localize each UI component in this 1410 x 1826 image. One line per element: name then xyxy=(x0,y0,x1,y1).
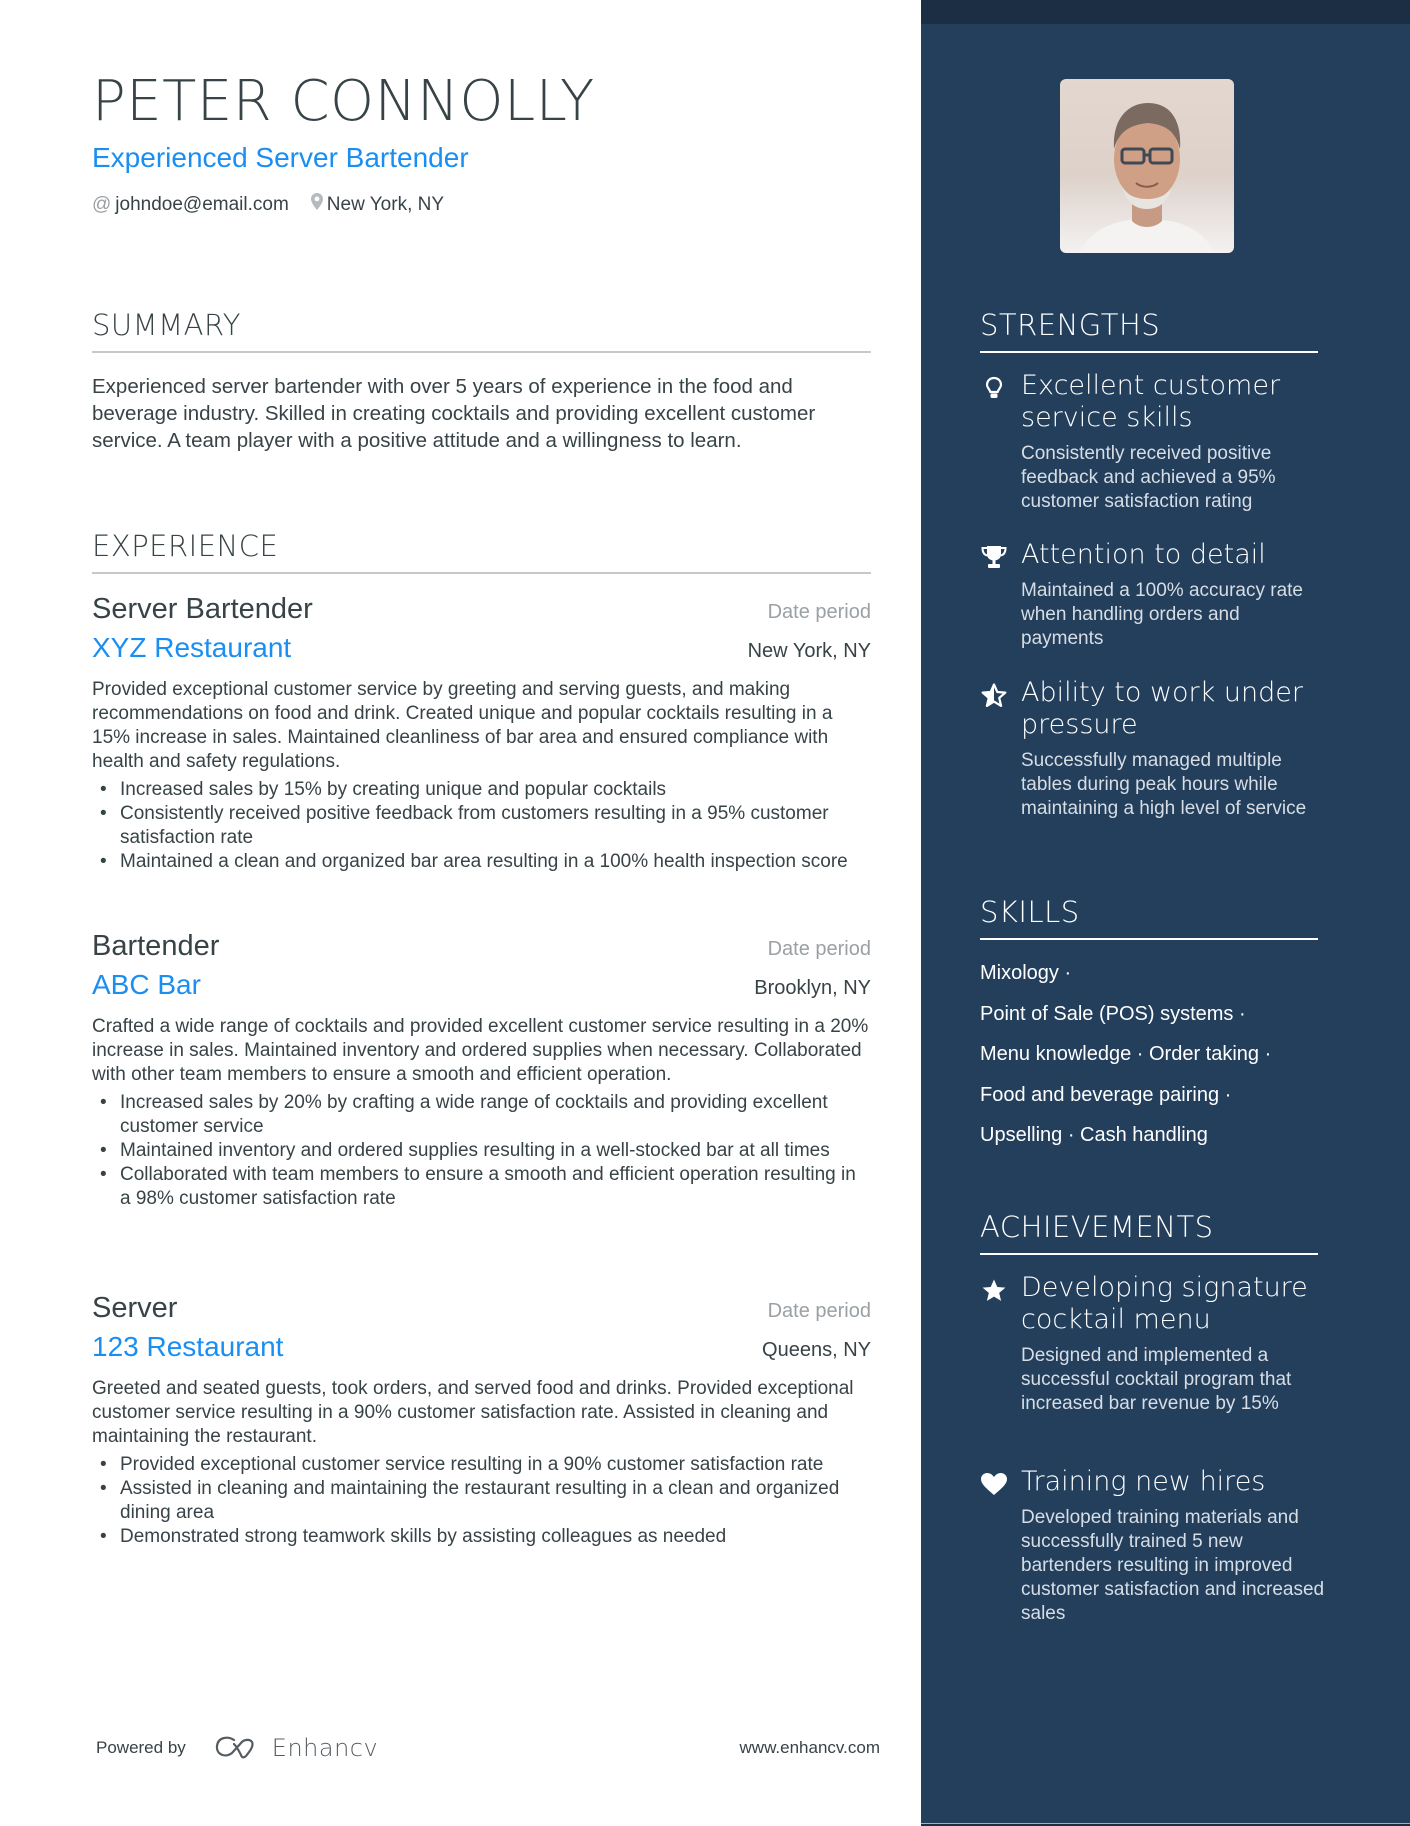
achievement-description: Designed and implemented a successful co… xyxy=(1021,1345,1292,1414)
job-date: Date period xyxy=(767,601,871,623)
strength-description: Consistently received positive feedback … xyxy=(1021,443,1276,512)
job-bullets: Increased sales by 15% by creating uniqu… xyxy=(92,778,871,874)
summary-heading: SUMMARY xyxy=(92,309,871,353)
sidebar: STRENGTHS Excellent customer service ski… xyxy=(921,0,1410,1826)
job-bullet: Increased sales by 15% by creating uniqu… xyxy=(92,778,871,802)
strength-description: Successfully managed multiple tables dur… xyxy=(1021,750,1307,819)
job-date: Date period xyxy=(767,1300,871,1322)
skill-line: Food and beverage pairing · xyxy=(980,1083,1232,1106)
profile-photo xyxy=(1060,79,1234,253)
strength-title: Excellent customer service skills xyxy=(1021,370,1281,433)
strength-title: Attention to detail xyxy=(1021,539,1266,570)
footer-url[interactable]: www.enhancv.com xyxy=(740,1738,880,1758)
skills-heading: SKILLS xyxy=(980,896,1318,940)
job-location: Queens, NY xyxy=(762,1339,871,1361)
star-outline-icon xyxy=(980,681,1008,709)
strengths-heading: STRENGTHS xyxy=(980,309,1318,353)
contact-email-text[interactable]: johndoe@email.com xyxy=(115,194,289,216)
strength-description: Maintained a 100% accuracy rate when han… xyxy=(1021,580,1303,649)
lightbulb-icon xyxy=(980,374,1008,402)
strength-item: Excellent customer service skills Consis… xyxy=(980,370,1325,514)
job-description: Provided exceptional customer service by… xyxy=(92,679,833,772)
profile-photo-illustration xyxy=(1080,103,1214,253)
achievement-item: Developing signature cocktail menu Desig… xyxy=(980,1272,1325,1416)
candidate-headline: Experienced Server Bartender xyxy=(92,142,469,173)
skills-list: Mixology · Point of Sale (POS) systems ·… xyxy=(980,961,1325,1164)
footer: Powered by Enhancv www.enhancv.com xyxy=(96,1734,880,1762)
achievement-title: Developing signature cocktail menu xyxy=(1021,1272,1308,1335)
strength-item: Ability to work under pressure Successfu… xyxy=(980,677,1325,821)
strength-title: Ability to work under pressure xyxy=(1021,677,1303,740)
summary-text: Experienced server bartender with over 5… xyxy=(92,375,816,452)
powered-by-label: Powered by xyxy=(96,1738,186,1757)
job-bullet: Maintained inventory and ordered supplie… xyxy=(92,1139,871,1163)
achievement-title: Training new hires xyxy=(1021,1466,1266,1497)
job-bullet: Collaborated with team members to ensure… xyxy=(92,1163,871,1211)
job-title: Bartender xyxy=(92,930,220,962)
location-pin-icon xyxy=(310,193,323,216)
job-title: Server xyxy=(92,1292,178,1324)
strength-item: Attention to detail Maintained a 100% ac… xyxy=(980,539,1325,651)
job-bullet: Consistently received positive feedback … xyxy=(92,802,871,850)
experience-heading: EXPERIENCE xyxy=(92,530,871,574)
job-bullets: Provided exceptional customer service re… xyxy=(92,1453,871,1549)
job-location: New York, NY xyxy=(747,640,871,662)
contact-email[interactable]: @ johndoe@email.com xyxy=(92,194,289,216)
job-bullet: Demonstrated strong teamwork skills by a… xyxy=(92,1525,871,1549)
job-location: Brooklyn, NY xyxy=(754,977,871,999)
job-date: Date period xyxy=(767,938,871,960)
enhancv-logo[interactable]: Enhancv xyxy=(214,1734,378,1762)
job-company: 123 Restaurant xyxy=(92,1331,284,1362)
job-entry: Server Date period 123 Restaurant Queens… xyxy=(92,1292,871,1549)
skill-line: Mixology · xyxy=(980,962,1072,984)
skill-line: Upselling · Cash handling xyxy=(980,1124,1208,1146)
at-icon: @ xyxy=(92,193,112,215)
job-bullet: Increased sales by 20% by crafting a wid… xyxy=(92,1091,871,1139)
brand-name: Enhancv xyxy=(271,1734,379,1762)
achievements-heading: ACHIEVEMENTS xyxy=(980,1211,1318,1255)
job-title: Server Bartender xyxy=(92,593,313,625)
job-bullet: Provided exceptional customer service re… xyxy=(92,1453,871,1477)
sidebar-top-band xyxy=(921,0,1410,24)
contact-info: @ johndoe@email.com New York, NY xyxy=(92,193,466,216)
job-company: XYZ Restaurant xyxy=(92,632,292,663)
achievement-item: Training new hires Developed training ma… xyxy=(980,1466,1325,1626)
job-description: Greeted and seated guests, took orders, … xyxy=(92,1378,854,1447)
skill-line: Point of Sale (POS) systems · xyxy=(980,1002,1246,1025)
job-company: ABC Bar xyxy=(92,969,201,1000)
enhancv-logo-icon xyxy=(215,1736,254,1759)
star-icon xyxy=(980,1276,1008,1304)
job-description: Crafted a wide range of cocktails and pr… xyxy=(92,1016,869,1085)
contact-location-text: New York, NY xyxy=(326,193,445,215)
heart-icon xyxy=(980,1470,1008,1498)
candidate-name: PETER CONNOLLY xyxy=(92,69,595,134)
contact-location: New York, NY xyxy=(310,193,445,216)
achievement-description: Developed training materials and success… xyxy=(1021,1507,1325,1624)
job-entry: Bartender Date period ABC Bar Brooklyn, … xyxy=(92,930,871,1211)
skill-line: Menu knowledge · Order taking · xyxy=(980,1043,1272,1065)
job-bullet: Maintained a clean and organized bar are… xyxy=(92,850,871,874)
trophy-icon xyxy=(980,543,1008,571)
job-entry: Server Bartender Date period XYZ Restaur… xyxy=(92,593,871,874)
job-bullet: Assisted in cleaning and maintaining the… xyxy=(92,1477,871,1525)
job-bullets: Increased sales by 20% by crafting a wid… xyxy=(92,1091,871,1211)
